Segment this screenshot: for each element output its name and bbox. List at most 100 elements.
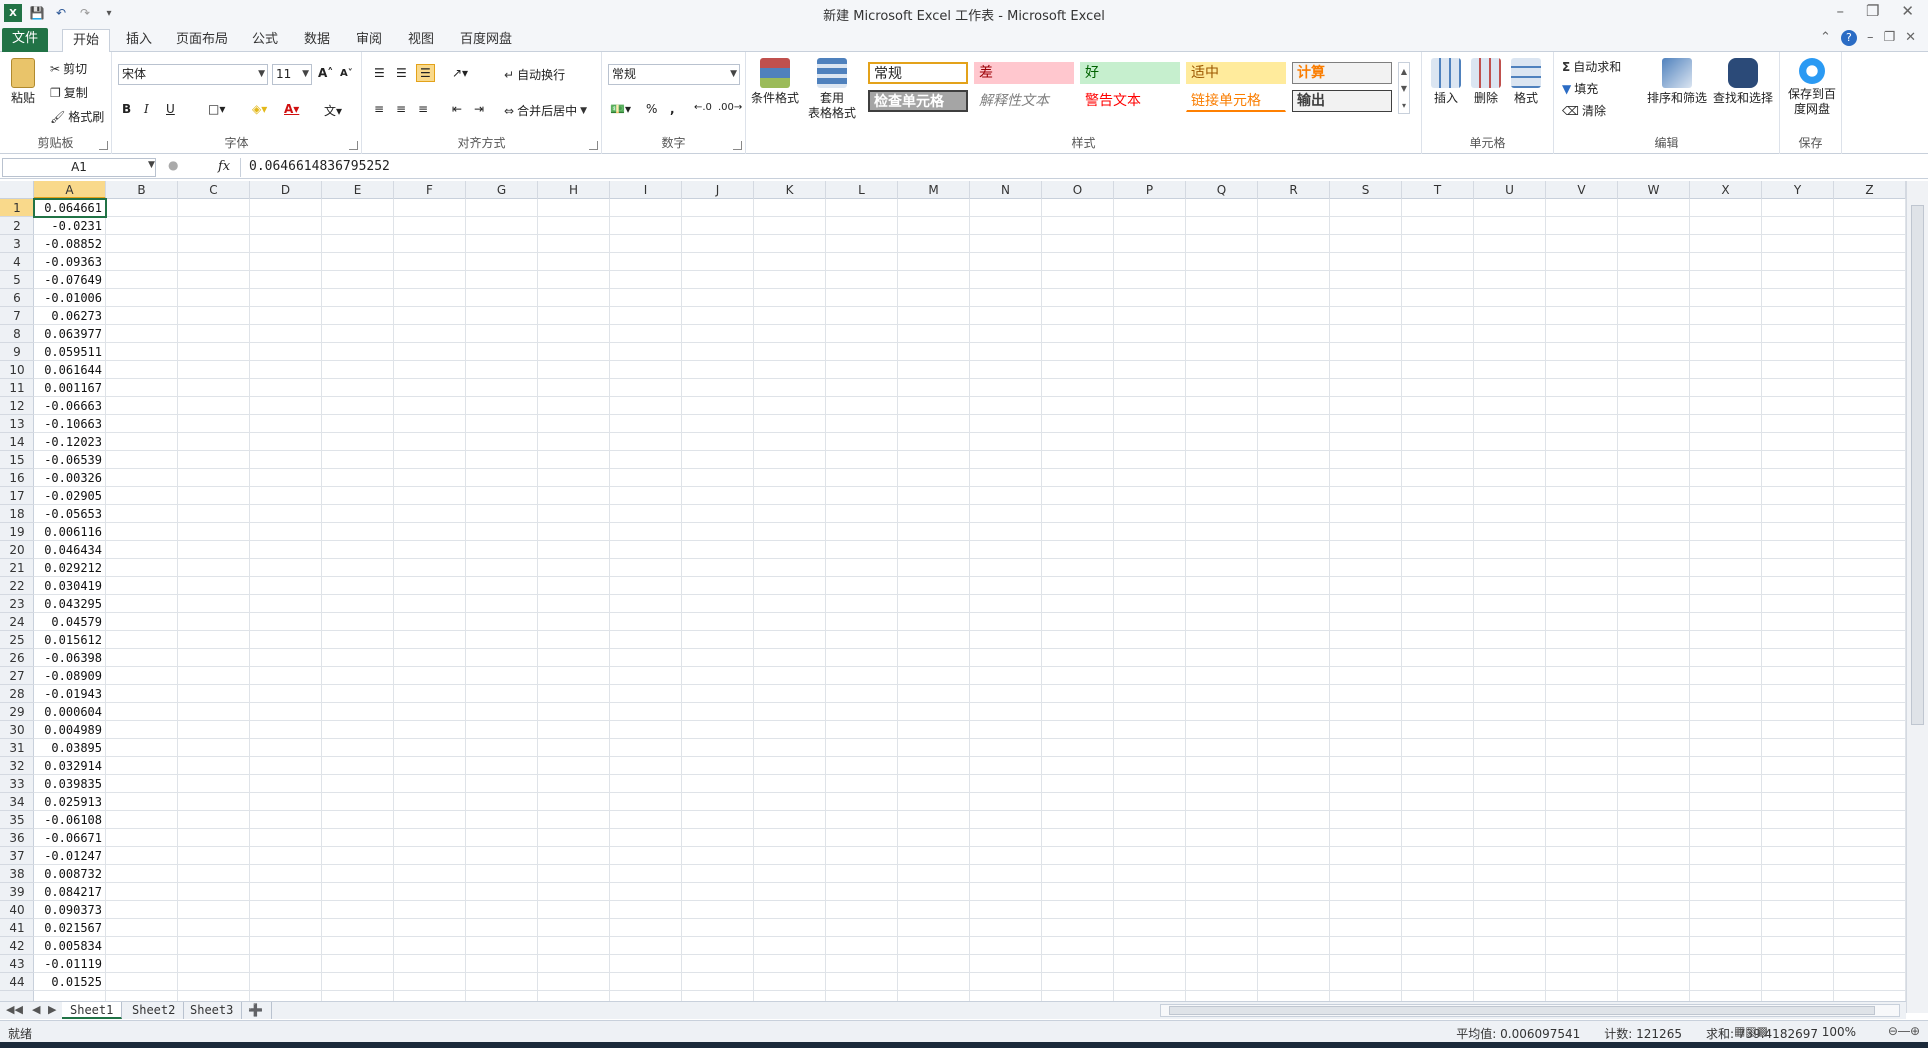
row-header[interactable]: 42 bbox=[0, 937, 34, 955]
cell-a[interactable]: 0.006116 bbox=[34, 523, 105, 541]
column-header[interactable]: U bbox=[1474, 181, 1546, 199]
sheet-tab-2[interactable]: Sheet2 bbox=[124, 1002, 185, 1019]
zoom-level[interactable]: 100% bbox=[1822, 1025, 1856, 1039]
align-bottom-icon[interactable]: ☰ bbox=[416, 64, 435, 82]
column-header[interactable]: D bbox=[250, 181, 322, 199]
cell-a[interactable]: -0.05653 bbox=[34, 505, 105, 523]
autosum-button[interactable]: Σ 自动求和 bbox=[1562, 58, 1621, 75]
cell-a[interactable]: 0.000604 bbox=[34, 703, 105, 721]
increase-indent-icon[interactable]: ⇥ bbox=[474, 102, 484, 116]
find-select-button[interactable]: 查找和选择 bbox=[1710, 58, 1776, 106]
view-mode-icons[interactable]: ▦▧▩ bbox=[1734, 1024, 1768, 1038]
clear-button[interactable]: ⌫ 清除 bbox=[1562, 102, 1606, 119]
cell-a[interactable]: 0.06273 bbox=[34, 307, 105, 325]
cell-a[interactable]: -0.01119 bbox=[34, 955, 105, 973]
column-header[interactable]: P bbox=[1114, 181, 1186, 199]
cell-a[interactable]: 0.025913 bbox=[34, 793, 105, 811]
row-header[interactable]: 10 bbox=[0, 361, 34, 379]
column-header[interactable]: X bbox=[1690, 181, 1762, 199]
row-header[interactable]: 41 bbox=[0, 919, 34, 937]
vertical-scrollbar[interactable] bbox=[1906, 181, 1928, 1013]
row-header[interactable]: 30 bbox=[0, 721, 34, 739]
cell-a[interactable]: -0.02905 bbox=[34, 487, 105, 505]
styles-gallery-scroll[interactable]: ▲ ▼ ▾ bbox=[1398, 62, 1410, 114]
zoom-slider[interactable]: ⊖―⊕ bbox=[1888, 1024, 1920, 1038]
cell-a[interactable]: -0.12023 bbox=[34, 433, 105, 451]
number-format-select[interactable]: 常规 ▼ bbox=[608, 64, 740, 85]
column-header[interactable]: H bbox=[538, 181, 610, 199]
select-all-corner[interactable] bbox=[0, 181, 34, 199]
cell-a[interactable]: -0.06398 bbox=[34, 649, 105, 667]
row-header[interactable]: 39 bbox=[0, 883, 34, 901]
sort-filter-button[interactable]: 排序和筛选 bbox=[1644, 58, 1710, 106]
column-header[interactable]: R bbox=[1258, 181, 1330, 199]
cut-button[interactable]: ✂ 剪切 bbox=[50, 60, 87, 77]
paste-button[interactable]: 粘贴 bbox=[6, 58, 40, 106]
horizontal-scroll-thumb[interactable] bbox=[1169, 1006, 1875, 1015]
cell-a[interactable]: 0.039835 bbox=[34, 775, 105, 793]
workbook-restore-icon[interactable]: ❐ bbox=[1883, 30, 1895, 46]
cell-a[interactable]: 0.043295 bbox=[34, 595, 105, 613]
style-good[interactable]: 好 bbox=[1080, 62, 1180, 84]
row-header[interactable]: 25 bbox=[0, 631, 34, 649]
horizontal-scrollbar[interactable] bbox=[1160, 1004, 1900, 1017]
row-header[interactable]: 26 bbox=[0, 649, 34, 667]
column-header[interactable]: G bbox=[466, 181, 538, 199]
chevron-down-icon[interactable]: ▼ bbox=[148, 160, 155, 170]
cell-a[interactable]: 0.015612 bbox=[34, 631, 105, 649]
minimize-icon[interactable]: – bbox=[1836, 2, 1844, 20]
cell-a[interactable]: 0.061644 bbox=[34, 361, 105, 379]
save-to-baidu-button[interactable]: 保存到百 度网盘 bbox=[1784, 58, 1840, 117]
tab-file[interactable]: 文件 bbox=[2, 28, 49, 52]
insert-function-icon[interactable]: fx bbox=[218, 159, 230, 174]
cell-a[interactable]: -0.0231 bbox=[34, 217, 105, 235]
row-header[interactable]: 18 bbox=[0, 505, 34, 523]
cell-a[interactable]: 0.032914 bbox=[34, 757, 105, 775]
cell-a[interactable]: 0.090373 bbox=[34, 901, 105, 919]
vertical-scroll-thumb[interactable] bbox=[1911, 205, 1924, 725]
align-left-icon[interactable]: ≡ bbox=[374, 102, 384, 116]
row-header[interactable]: 20 bbox=[0, 541, 34, 559]
row-header[interactable]: 22 bbox=[0, 577, 34, 595]
cell-a[interactable]: -0.01943 bbox=[34, 685, 105, 703]
row-header[interactable]: 31 bbox=[0, 739, 34, 757]
tab-baidu-netdisk[interactable]: 百度网盘 bbox=[450, 29, 522, 52]
merge-center-button[interactable]: ⇔ 合并后居中 ▼ bbox=[504, 102, 587, 119]
border-icon[interactable]: □▾ bbox=[208, 102, 225, 116]
column-header[interactable]: M bbox=[898, 181, 970, 199]
cell-a[interactable]: -0.06108 bbox=[34, 811, 105, 829]
column-header[interactable]: A bbox=[34, 181, 106, 199]
column-header[interactable]: Y bbox=[1762, 181, 1834, 199]
cell-a[interactable]: 0.03895 bbox=[34, 739, 105, 757]
column-header[interactable]: V bbox=[1546, 181, 1618, 199]
tab-view[interactable]: 视图 bbox=[398, 29, 444, 52]
formula-input[interactable]: 0.0646614836795252 bbox=[240, 158, 1916, 177]
cell-a[interactable]: 0.008732 bbox=[34, 865, 105, 883]
column-header[interactable]: L bbox=[826, 181, 898, 199]
tab-page-layout[interactable]: 页面布局 bbox=[166, 29, 238, 52]
bold-button[interactable]: B bbox=[122, 102, 131, 116]
next-sheet-icon[interactable]: ▶ bbox=[48, 1003, 56, 1016]
column-header[interactable]: W bbox=[1618, 181, 1690, 199]
workbook-close-icon[interactable]: ✕ bbox=[1905, 30, 1916, 46]
row-header[interactable]: 3 bbox=[0, 235, 34, 253]
row-header[interactable]: 29 bbox=[0, 703, 34, 721]
tab-data[interactable]: 数据 bbox=[294, 29, 340, 52]
style-linked-cell[interactable]: 链接单元格 bbox=[1186, 90, 1286, 112]
cell-a[interactable]: -0.07649 bbox=[34, 271, 105, 289]
row-header[interactable]: 1 bbox=[0, 199, 34, 217]
workbook-minimize-icon[interactable]: – bbox=[1867, 30, 1874, 46]
row-header[interactable]: 4 bbox=[0, 253, 34, 271]
cell-a[interactable]: 0.021567 bbox=[34, 919, 105, 937]
row-header[interactable]: 32 bbox=[0, 757, 34, 775]
row-header[interactable]: 7 bbox=[0, 307, 34, 325]
phonetic-icon[interactable]: 文▾ bbox=[324, 102, 342, 119]
align-top-icon[interactable]: ☰ bbox=[374, 66, 385, 80]
row-header[interactable]: 23 bbox=[0, 595, 34, 613]
cell-a[interactable]: 0.005834 bbox=[34, 937, 105, 955]
tab-home[interactable]: 开始 bbox=[62, 29, 111, 53]
style-check-cell[interactable]: 检查单元格 bbox=[868, 90, 968, 112]
cell-a[interactable]: 0.004989 bbox=[34, 721, 105, 739]
row-header[interactable]: 38 bbox=[0, 865, 34, 883]
collapse-ribbon-icon[interactable]: ⌃ bbox=[1820, 30, 1831, 46]
